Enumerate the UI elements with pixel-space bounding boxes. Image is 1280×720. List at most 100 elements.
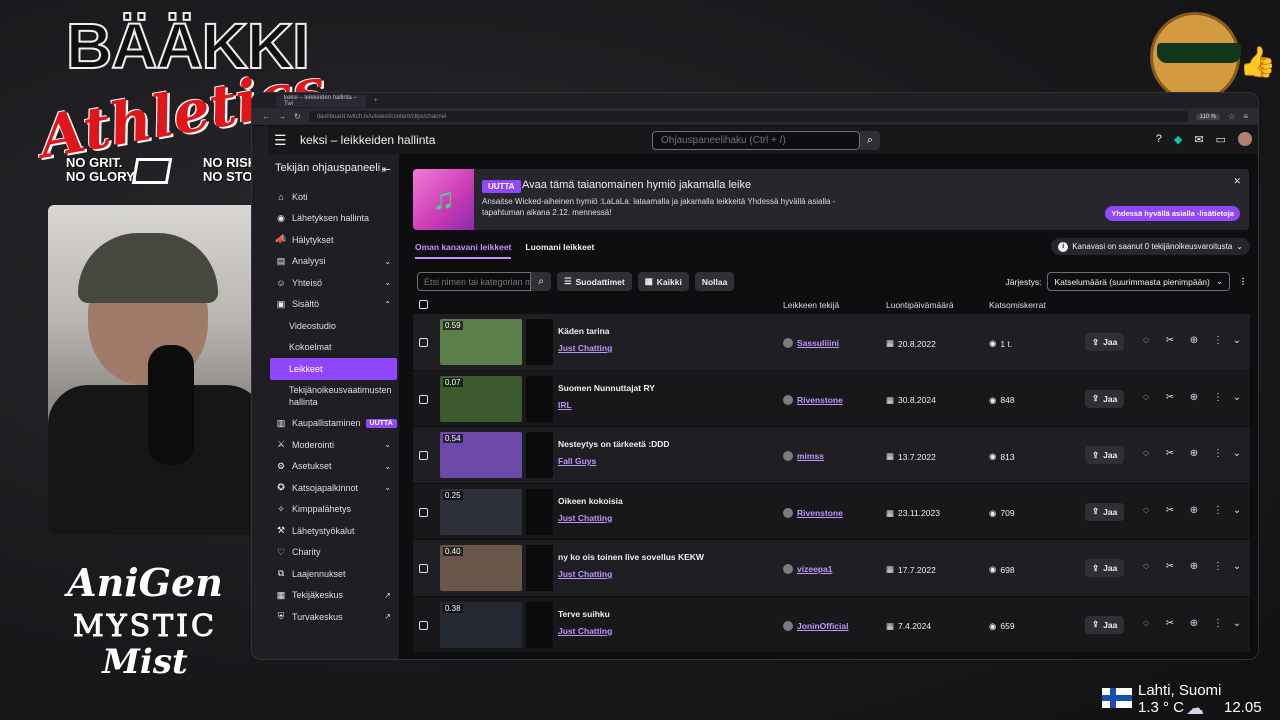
back-icon[interactable]: ← bbox=[262, 112, 270, 121]
sidebar-item-viewer-rewards[interactable]: ✪ Katsojapalkinnot ⌄ bbox=[268, 477, 399, 499]
clip-author[interactable]: vizeepa1 bbox=[783, 564, 832, 574]
sidebar-item-video-producer[interactable]: Videostudio bbox=[268, 315, 399, 337]
table-row[interactable]: 0.40 ny ko ois toinen live sovellus KEKW J… bbox=[413, 540, 1250, 597]
sidebar-item-copyright-claims[interactable]: Tekijänoikeusvaatimusten hallinta bbox=[268, 380, 399, 413]
close-icon[interactable]: ✕ bbox=[1233, 176, 1241, 187]
browser-tab[interactable]: keksi – leikkeiden hallinta – Twi bbox=[276, 94, 366, 107]
sort-select[interactable]: Katselumäärä (suurimmasta pienimpään) ⌄ bbox=[1047, 272, 1230, 291]
loading-icon[interactable]: ◌ bbox=[1139, 392, 1153, 403]
add-icon[interactable]: ⊕ bbox=[1187, 561, 1201, 572]
search-icon[interactable]: ⌕ bbox=[531, 272, 551, 291]
reset-button[interactable]: Nollaa bbox=[694, 272, 735, 291]
table-row[interactable]: 0.25 Oikeen kokoisia Just Chatting Rivensto… bbox=[413, 483, 1250, 540]
clip-author[interactable]: Rivenstone bbox=[783, 394, 843, 405]
clip-thumbnail-vertical[interactable] bbox=[526, 375, 553, 422]
collapse-sidebar-icon[interactable]: ⇤ bbox=[382, 164, 391, 176]
tab-my-clips[interactable]: Luomani leikkeet bbox=[525, 242, 594, 259]
row-checkbox[interactable] bbox=[419, 394, 428, 404]
sidebar-item-analytics[interactable]: ▤ Analyysi ⌄ bbox=[268, 251, 399, 273]
loading-icon[interactable]: ◌ bbox=[1139, 618, 1153, 629]
add-icon[interactable]: ⊕ bbox=[1187, 392, 1201, 403]
more-options-icon[interactable]: ⋮ bbox=[1211, 561, 1225, 572]
sidebar-item-stream-manager[interactable]: ◉ Lähetyksen hallinta bbox=[268, 208, 399, 230]
loading-icon[interactable]: ◌ bbox=[1139, 448, 1153, 459]
clip-thumbnail-vertical[interactable] bbox=[526, 545, 553, 591]
row-checkbox[interactable] bbox=[419, 620, 428, 630]
more-options-icon[interactable]: ⋮ bbox=[1211, 448, 1225, 459]
bits-icon[interactable]: ◆ bbox=[1174, 133, 1182, 146]
menu-icon[interactable]: ≡ bbox=[1243, 112, 1248, 121]
clip-author[interactable]: Rivenstone bbox=[783, 507, 843, 518]
clip-category-link[interactable]: Just Chatting bbox=[558, 569, 612, 579]
more-options-icon[interactable]: ⋮ bbox=[1211, 618, 1225, 629]
clip-thumbnail-vertical[interactable] bbox=[526, 432, 553, 478]
whisper-icon[interactable]: ▭ bbox=[1216, 133, 1226, 146]
sidebar-item-safety-center[interactable]: ⛨ Turvakeskus ↗ bbox=[268, 606, 399, 628]
sidebar-item-clips[interactable]: Leikkeet bbox=[270, 358, 397, 380]
add-icon[interactable]: ⊕ bbox=[1187, 335, 1201, 346]
scissors-icon[interactable]: ✂ bbox=[1163, 335, 1177, 346]
sidebar-item-settings[interactable]: ⚙ Asetukset ⌄ bbox=[268, 456, 399, 478]
zoom-level[interactable]: 110 % bbox=[1195, 113, 1221, 120]
table-row[interactable]: 0.07 Suomen Nunnuttajat RY IRL Rivenstone ▦ 3… bbox=[413, 370, 1250, 427]
sidebar-item-moderation[interactable]: ⚔ Moderointi ⌄ bbox=[268, 434, 399, 456]
chevron-down-icon[interactable]: ⌄ bbox=[1230, 561, 1244, 572]
more-options-icon[interactable]: ⋮ bbox=[1211, 392, 1225, 403]
sidebar-item-home[interactable]: ⌂ Koti bbox=[268, 186, 399, 208]
scissors-icon[interactable]: ✂ bbox=[1163, 561, 1177, 572]
clip-category-link[interactable]: Just Chatting bbox=[558, 626, 612, 636]
more-options-icon[interactable]: ⋮ bbox=[1236, 276, 1250, 287]
row-checkbox[interactable] bbox=[419, 507, 428, 517]
clip-category-link[interactable]: Just Chatting bbox=[558, 343, 612, 353]
search-icon[interactable]: ⌕ bbox=[860, 131, 880, 150]
sidebar-item-monetization[interactable]: ▥ Kaupallistaminen UUTTA bbox=[268, 413, 399, 435]
share-button[interactable]: ⇪ Jaa bbox=[1085, 446, 1125, 464]
clip-category-link[interactable]: IRL bbox=[558, 400, 572, 410]
avatar[interactable] bbox=[1238, 132, 1252, 146]
filters-button[interactable]: ☰ Suodattimet bbox=[557, 272, 632, 291]
tab-own-channel-clips[interactable]: Oman kanavani leikkeet bbox=[415, 242, 512, 259]
share-button[interactable]: ⇪ Jaa bbox=[1085, 389, 1125, 408]
more-options-icon[interactable]: ⋮ bbox=[1211, 505, 1225, 516]
dashboard-search-input[interactable] bbox=[652, 131, 860, 150]
clip-title[interactable]: Oikeen kokoisia bbox=[558, 496, 623, 506]
clip-author[interactable]: JoninOfficial bbox=[783, 620, 848, 631]
share-button[interactable]: ⇪ Jaa bbox=[1085, 502, 1125, 521]
row-checkbox[interactable] bbox=[419, 451, 428, 460]
clip-title[interactable]: Käden tarina bbox=[558, 326, 610, 336]
add-icon[interactable]: ⊕ bbox=[1187, 618, 1201, 629]
clip-title[interactable]: ny ko ois toinen live sovellus KEKW bbox=[558, 552, 704, 562]
sidebar-item-creator-camp[interactable]: ▦ Tekijäkeskus ↗ bbox=[268, 585, 399, 607]
share-button[interactable]: ⇪ Jaa bbox=[1085, 333, 1125, 351]
sidebar-item-community[interactable]: ☺ Yhteisö ⌄ bbox=[268, 272, 399, 294]
scissors-icon[interactable]: ✂ bbox=[1163, 448, 1177, 459]
copyright-notice[interactable]: i Kanavasi on saanut 0 tekijänoikeusvaro… bbox=[1051, 238, 1250, 255]
reload-icon[interactable]: ↻ bbox=[294, 112, 301, 121]
clip-author[interactable]: Sassuliiini bbox=[783, 338, 839, 348]
all-dates-button[interactable]: ▦ Kaikki bbox=[637, 272, 689, 291]
banner-cta-button[interactable]: Yhdessä hyvällä asialla -lisätietoja bbox=[1105, 206, 1240, 221]
sidebar-item-extensions[interactable]: ⧉ Laajennukset bbox=[268, 563, 399, 585]
add-icon[interactable]: ⊕ bbox=[1187, 448, 1201, 459]
share-button[interactable]: ⇪ Jaa bbox=[1085, 559, 1125, 577]
clip-category-link[interactable]: Just Chatting bbox=[558, 513, 612, 523]
clip-thumbnail-vertical[interactable] bbox=[526, 488, 553, 535]
new-tab-icon[interactable]: + bbox=[374, 98, 378, 104]
scissors-icon[interactable]: ✂ bbox=[1163, 618, 1177, 629]
select-all-checkbox[interactable] bbox=[419, 300, 428, 309]
loading-icon[interactable]: ◌ bbox=[1139, 561, 1153, 572]
scissors-icon[interactable]: ✂ bbox=[1163, 505, 1177, 516]
share-button[interactable]: ⇪ Jaa bbox=[1085, 615, 1125, 634]
help-icon[interactable]: ? bbox=[1156, 133, 1162, 145]
sidebar-item-alerts[interactable]: 📣 Hälytykset bbox=[268, 229, 399, 251]
clip-title[interactable]: Terve suihku bbox=[558, 609, 610, 619]
add-icon[interactable]: ⊕ bbox=[1187, 505, 1201, 516]
clip-thumbnail-vertical[interactable] bbox=[526, 319, 553, 365]
table-row[interactable]: 0.59 Käden tarina Just Chatting Sassuliiini… bbox=[413, 314, 1250, 371]
sidebar-item-charity[interactable]: ♡ Charity bbox=[268, 542, 399, 564]
clip-thumbnail-vertical[interactable] bbox=[526, 601, 553, 648]
table-row[interactable]: 0.38 Terve suihku Just Chatting JoninOffici… bbox=[413, 596, 1250, 653]
hamburger-menu-icon[interactable]: ☰ bbox=[274, 132, 290, 149]
chevron-down-icon[interactable]: ⌄ bbox=[1230, 505, 1244, 516]
clip-category-link[interactable]: Fall Guys bbox=[558, 456, 596, 466]
